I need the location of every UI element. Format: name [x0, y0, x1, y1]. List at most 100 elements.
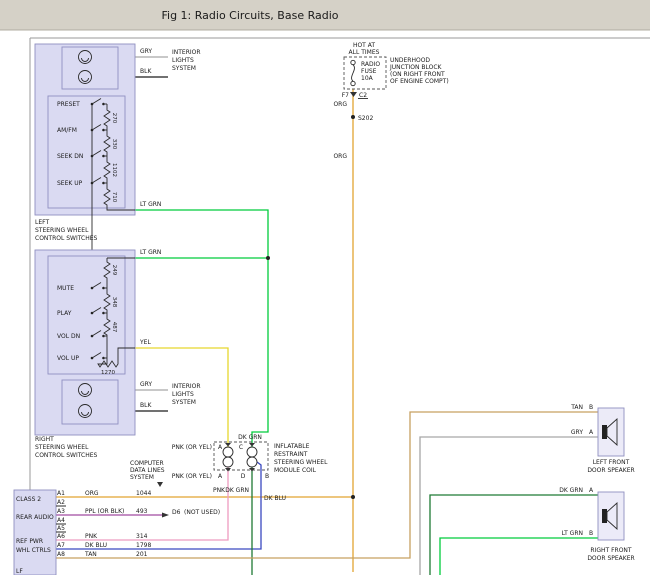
computer-data-label: COMPUTER: [130, 460, 164, 467]
fuse-pin-label: F7: [342, 92, 349, 99]
wire-label-dkblu: DK BLU: [264, 495, 286, 502]
resistor-value: 249: [111, 265, 117, 276]
pin-label: A2: [57, 499, 65, 506]
pin-label: D: [241, 473, 246, 480]
junction-block-label: UNDERHOOD: [390, 57, 430, 64]
junction-dot: [351, 495, 355, 499]
radio-function-label: WHL CTRLS: [16, 547, 51, 554]
assembly-label: RIGHT: [35, 436, 54, 443]
right-assembly-box: [35, 250, 135, 435]
assembly-label: CONTROL SWITCHES: [35, 235, 98, 242]
wiring-diagram: Fig 1: Radio Circuits, Base Radio GRY BL…: [0, 0, 650, 575]
wire-label-dkgrn: DK GRN: [238, 434, 262, 441]
circuit-number: 314: [136, 533, 148, 540]
title-bar: Fig 1: Radio Circuits, Base Radio: [0, 0, 650, 30]
pin-label: A7: [57, 542, 65, 549]
pin-label: A5: [57, 525, 65, 532]
coil-module-label: STEERING WHEEL: [274, 459, 328, 466]
circuit-number: 1044: [136, 490, 151, 497]
sir-coil-module: PNK (OR YEL) A DK GRN C PNK (OR YEL) A D…: [172, 256, 328, 502]
speaker-label: DOOR SPEAKER: [587, 555, 634, 562]
switch-label: MUTE: [57, 285, 74, 292]
splice-dot: [351, 115, 355, 119]
wire-label-dkgrn: DK GRN: [225, 487, 249, 494]
speaker-label: DOOR SPEAKER: [587, 467, 634, 474]
wire-label-blk: BLK: [140, 402, 152, 409]
computer-data-lines: COMPUTER DATA LINES SYSTEM: [130, 460, 165, 487]
circuit-number: 1798: [136, 542, 151, 549]
wire-label-pnk-or-yel: PNK (OR YEL): [172, 473, 212, 480]
assembly-label: LEFT: [35, 219, 49, 226]
wire-label-gry: GRY: [140, 48, 152, 55]
resistor-value: 330: [111, 139, 117, 150]
circuit-number: 201: [136, 551, 148, 558]
wire-label-dkgrn: DK GRN: [559, 487, 583, 494]
wire-label-pnk: PNK: [213, 487, 226, 494]
hot-at-all-times-label: ALL TIMES: [349, 49, 380, 56]
interior-lights-label: SYSTEM: [172, 65, 196, 72]
speaker-label: RIGHT FRONT: [590, 547, 632, 554]
junction-block-label: JUNCTION BLOCK: [389, 64, 443, 71]
assembly-label: CONTROL SWITCHES: [35, 452, 98, 459]
system-arrow-icon: [157, 482, 163, 487]
dest-pin-label: D6: [172, 509, 181, 516]
left-front-door-speaker: TAN B GRY A LEFT FRONT DOOR SPEAKER: [570, 404, 634, 474]
radio-function-label: LF: [16, 568, 23, 575]
resistor-value: 348: [111, 297, 117, 308]
wire-label-pnk-or-yel: PNK (OR YEL): [172, 444, 212, 451]
wire-arrow-icon: [162, 513, 169, 518]
pin-label: A3: [57, 508, 65, 515]
pin-label: A4: [57, 517, 65, 524]
interior-lights-label: LIGHTS: [172, 391, 194, 398]
pin-label: A: [589, 429, 594, 436]
wire-label-ltgrn: LT GRN: [140, 201, 161, 208]
wire-label-tan: TAN: [84, 551, 97, 558]
switch-label: VOL DN: [57, 333, 80, 340]
resistor-value: 1102: [111, 163, 117, 177]
pin-label: A1: [57, 490, 65, 497]
pin-label: A: [218, 444, 223, 451]
wire-label-gry: GRY: [140, 381, 152, 388]
coil-module-label: MODULE COIL: [274, 467, 317, 474]
series-resistor-value: 1270: [101, 370, 115, 376]
switch-label: PLAY: [57, 310, 72, 317]
computer-data-label: DATA LINES: [130, 467, 165, 474]
resistor-value: 270: [111, 113, 117, 124]
wires: [56, 57, 598, 575]
wire-label-ltgrn: LT GRN: [562, 530, 583, 537]
fuse-label: RADIO: [361, 61, 380, 68]
not-used-note: (NOT USED): [184, 509, 220, 516]
assembly-label: STEERING WHEEL: [35, 227, 89, 234]
junction-block-label: OF ENGINE COMPT): [390, 78, 449, 85]
switch-label: SEEK DN: [57, 153, 83, 160]
wire-label-gry: GRY: [571, 429, 583, 436]
figure-title: Fig 1: Radio Circuits, Base Radio: [162, 9, 339, 22]
interior-lights-label: INTERIOR: [172, 49, 201, 56]
speaker-box: [598, 408, 624, 456]
interior-lights-label: INTERIOR: [172, 383, 201, 390]
right-front-door-speaker: DK GRN A LT GRN B RIGHT FRONT DOOR SPEAK…: [559, 487, 634, 562]
resistor-value: 710: [111, 192, 117, 203]
fuse-label: 10A: [361, 75, 374, 82]
connector-label: C2: [359, 92, 367, 99]
switch-label: AM/FM: [57, 127, 77, 134]
wire-label-ppl: PPL (OR BLK): [85, 508, 124, 515]
wire-label-dkblu: DK BLU: [85, 542, 107, 549]
fuse-label: FUSE: [361, 68, 377, 75]
wire-label-org: ORG: [85, 490, 99, 497]
resistor-value: 487: [111, 322, 117, 333]
junction-block-label: (ON RIGHT FRONT: [390, 71, 445, 78]
switch-label: SEEK UP: [57, 180, 83, 187]
speaker-box: [598, 492, 624, 540]
pin-label: A: [218, 473, 223, 480]
pin-label: B: [589, 404, 593, 411]
pin-label: A6: [57, 533, 65, 540]
wire-label-tan: TAN: [570, 404, 583, 411]
interior-lights-label: SYSTEM: [172, 399, 196, 406]
wire-label-org: ORG: [333, 101, 347, 108]
coil-module-label: INFLATABLE: [274, 443, 310, 450]
junction-dot: [266, 256, 270, 260]
wire-ltgrn-speaker: [440, 538, 598, 575]
left-assembly-box: [35, 44, 135, 215]
wire-gry-speaker: [420, 437, 598, 575]
